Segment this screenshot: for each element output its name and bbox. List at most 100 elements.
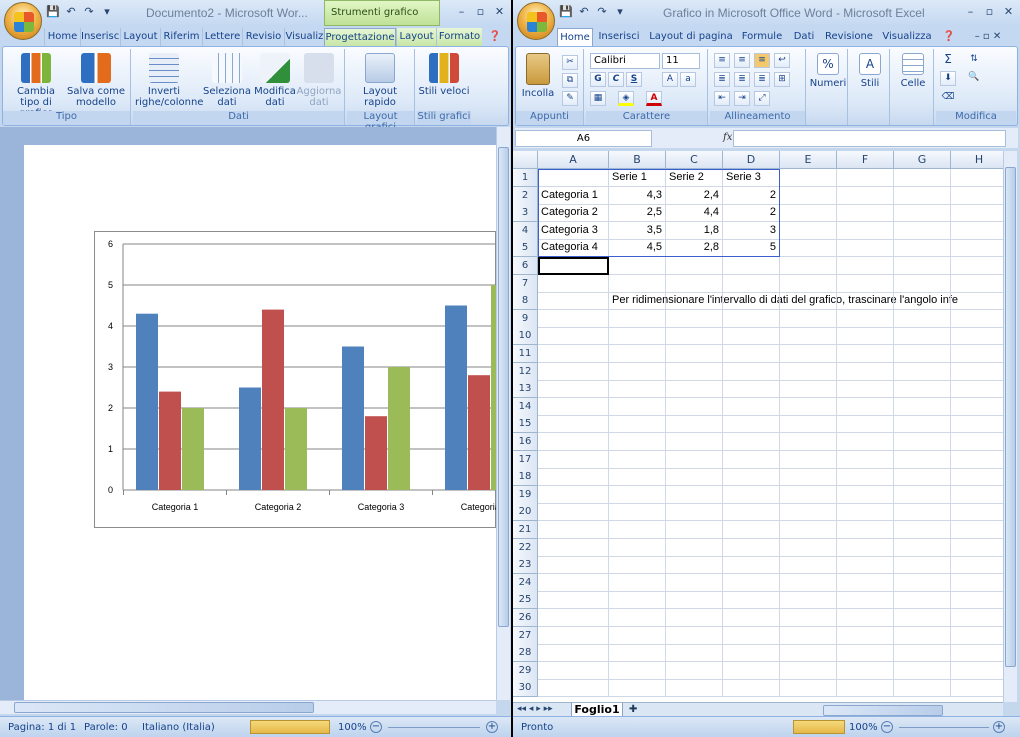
cell-c10[interactable] (666, 327, 723, 346)
cell-b2[interactable]: 4,3 (609, 186, 666, 205)
cell-g10[interactable] (894, 327, 951, 346)
word-vertical-scrollbar[interactable] (496, 127, 510, 700)
row-header-9[interactable]: 9 (513, 309, 538, 328)
cell-c20[interactable] (666, 503, 723, 522)
row-header-3[interactable]: 3 (513, 204, 538, 223)
undo-icon[interactable]: ↶ (64, 6, 78, 18)
cell-f28[interactable] (837, 644, 894, 663)
cell-h11[interactable] (951, 345, 1003, 363)
italic-button[interactable]: C (608, 72, 624, 87)
row-header-12[interactable]: 12 (513, 362, 538, 381)
cell-b23[interactable] (609, 556, 666, 575)
cell-c1[interactable]: Serie 2 (666, 169, 723, 187)
cell-b26[interactable] (609, 609, 666, 627)
decrease-indent-icon[interactable]: ⇤ (714, 91, 730, 106)
cell-f14[interactable] (837, 397, 894, 416)
cell-e24[interactable] (780, 573, 837, 592)
cell-a4[interactable]: Categoria 3 (538, 221, 609, 240)
cell-e25[interactable] (780, 591, 837, 610)
row-header-19[interactable]: 19 (513, 485, 538, 504)
cell-c23[interactable] (666, 556, 723, 575)
cell-f30[interactable] (837, 679, 894, 698)
cell-e1[interactable] (780, 169, 837, 187)
cell-d15[interactable] (723, 415, 780, 434)
excel-redo-icon[interactable]: ↷ (595, 6, 609, 18)
cell-f5[interactable] (837, 239, 894, 258)
word-horizontal-scroll-thumb[interactable] (14, 702, 314, 713)
excel-horizontal-scroll-thumb[interactable] (823, 705, 943, 716)
cell-d19[interactable] (723, 485, 780, 504)
cell-a16[interactable] (538, 433, 609, 451)
row-header-26[interactable]: 26 (513, 609, 538, 627)
cell-f25[interactable] (837, 591, 894, 610)
cell-b1[interactable]: Serie 1 (609, 169, 666, 187)
cell-h18[interactable] (951, 468, 1003, 487)
align-bottom-icon[interactable]: ≡ (754, 53, 770, 68)
excel-zoom-level[interactable]: 100% (849, 722, 878, 733)
cell-e19[interactable] (780, 485, 837, 504)
cell-e14[interactable] (780, 397, 837, 416)
cell-h29[interactable] (951, 662, 1003, 680)
row-header-13[interactable]: 13 (513, 380, 538, 399)
row-header-1[interactable]: 1 (513, 169, 538, 187)
cell-a13[interactable] (538, 380, 609, 399)
cut-icon[interactable]: ✂ (562, 55, 578, 70)
zoom-level[interactable]: 100% (338, 722, 367, 733)
excel-office-button[interactable] (517, 2, 555, 40)
cell-a12[interactable] (538, 362, 609, 381)
cell-a22[interactable] (538, 538, 609, 557)
excel-zoom-in-icon[interactable]: + (993, 721, 1005, 733)
cell-b5[interactable]: 4,5 (609, 239, 666, 258)
cell-g26[interactable] (894, 609, 951, 627)
cell-e17[interactable] (780, 450, 837, 469)
cell-d11[interactable] (723, 345, 780, 363)
excel-save-icon[interactable]: 💾 (559, 6, 573, 18)
cell-e3[interactable] (780, 204, 837, 223)
cell-e20[interactable] (780, 503, 837, 522)
cell-e16[interactable] (780, 433, 837, 451)
excel-vertical-scrollbar[interactable] (1003, 151, 1017, 702)
cell-b24[interactable] (609, 573, 666, 592)
cell-g9[interactable] (894, 309, 951, 328)
row-header-4[interactable]: 4 (513, 221, 538, 240)
cell-g30[interactable] (894, 679, 951, 698)
excel-doc-controls[interactable]: – ▫ ✕ (961, 28, 1015, 46)
row-header-14[interactable]: 14 (513, 397, 538, 416)
cell-b21[interactable] (609, 521, 666, 539)
chart-area[interactable]: 0 1 2 3 4 5 6 Categoria 1 Categoria 2 Categoria 3… (94, 231, 511, 528)
excel-tab-inserisci[interactable]: Inserisci (593, 28, 645, 46)
cell-g19[interactable] (894, 485, 951, 504)
cell-f2[interactable] (837, 186, 894, 205)
excel-view-buttons[interactable] (793, 720, 845, 734)
cell-d9[interactable] (723, 309, 780, 328)
customize-qat-icon[interactable]: ▾ (100, 6, 114, 18)
cell-d13[interactable] (723, 380, 780, 399)
cell-b17[interactable] (609, 450, 666, 469)
cell-b13[interactable] (609, 380, 666, 399)
office-button[interactable] (4, 2, 42, 40)
cell-g22[interactable] (894, 538, 951, 557)
cell-b15[interactable] (609, 415, 666, 434)
cell-a2[interactable]: Categoria 1 (538, 186, 609, 205)
cell-g13[interactable] (894, 380, 951, 399)
cell-f1[interactable] (837, 169, 894, 187)
row-header-17[interactable]: 17 (513, 450, 538, 469)
excel-restore-icon[interactable]: ▫ (982, 4, 997, 19)
cell-g3[interactable] (894, 204, 951, 223)
cell-f20[interactable] (837, 503, 894, 522)
row-header-22[interactable]: 22 (513, 538, 538, 557)
cell-e7[interactable] (780, 274, 837, 293)
cell-d10[interactable] (723, 327, 780, 346)
copy-icon[interactable]: ⧉ (562, 73, 578, 88)
column-header-h[interactable]: H (951, 151, 1003, 169)
column-header-a[interactable]: A (538, 151, 609, 169)
excel-help-icon[interactable]: ❓ (941, 28, 957, 46)
cell-b20[interactable] (609, 503, 666, 522)
cell-g8[interactable] (894, 292, 951, 311)
excel-tab-formule[interactable]: Formule (737, 28, 787, 46)
cell-a7[interactable] (538, 274, 609, 293)
orientation-icon[interactable]: ⤢ (754, 91, 770, 106)
zoom-out-icon[interactable]: − (370, 721, 382, 733)
cell-c8[interactable] (666, 292, 723, 311)
restore-icon[interactable]: ▫ (473, 4, 488, 19)
